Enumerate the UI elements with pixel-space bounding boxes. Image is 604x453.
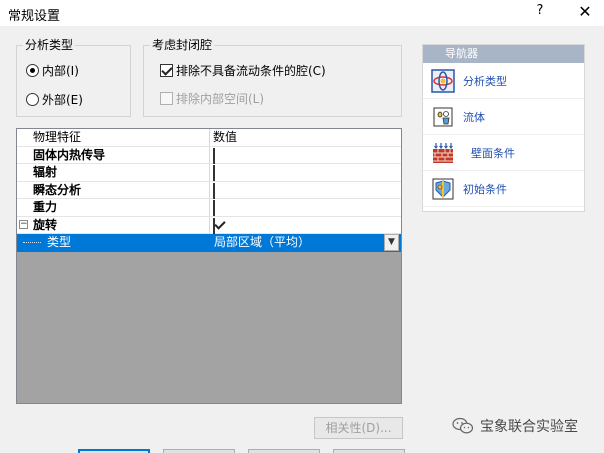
exclude-nonflow-cavity-label: 排除不具备流动条件的腔(C)	[176, 64, 326, 78]
grid-row-transient[interactable]: 瞬态分析	[17, 181, 401, 199]
exclude-internal-space-label: 排除内部空间(L)	[176, 92, 265, 106]
analysis-type-icon	[431, 69, 455, 93]
title-bar: 常规设置 ? ✕	[0, 0, 604, 26]
nav-item-label: 流体	[463, 111, 485, 124]
dependency-button[interactable]: 相关性(D)...	[314, 417, 403, 439]
header-value: 数值	[213, 130, 238, 144]
grid-row-gravity[interactable]: 重力	[17, 199, 401, 217]
nav-item-wall-condition[interactable]: 壁面条件	[423, 135, 584, 171]
grid-row-solid-conduction[interactable]: 固体内热传导	[17, 146, 401, 164]
rotation-type-value: 局部区域（平均）	[214, 235, 311, 249]
watermark: 宝象联合实验室	[452, 416, 578, 436]
help-button[interactable]: ?	[532, 3, 548, 23]
nav-item-label: 壁面条件	[471, 147, 515, 160]
column-separator	[209, 129, 210, 146]
analysis-type-title: 分析类型	[23, 37, 76, 53]
navigator-panel: 导航器 分析类型 流体 壁面条件 初始条件	[422, 44, 585, 212]
radio-internal[interactable]: 内部(I)	[26, 62, 79, 79]
row-label: 旋转	[33, 217, 58, 232]
apply-button-edge[interactable]	[333, 449, 405, 453]
column-separator	[209, 216, 210, 233]
nav-item-analysis-type[interactable]: 分析类型	[423, 63, 584, 99]
rotation-checkbox[interactable]	[213, 217, 215, 234]
close-button[interactable]: ✕	[575, 2, 595, 22]
nav-item-initial-condition[interactable]: 初始条件	[423, 171, 584, 207]
exclude-nonflow-cavity-option[interactable]: 排除不具备流动条件的腔(C)	[160, 62, 326, 79]
grid-rows: 物理特征 数值 固体内热传导 辐射 瞬态分析 重力 − 旋转 类型 局部区域（平…	[17, 129, 401, 252]
physical-features-grid: 物理特征 数值 固体内热传导 辐射 瞬态分析 重力 − 旋转 类型 局部区域（平…	[16, 128, 402, 404]
grid-row-rotation[interactable]: − 旋转	[17, 216, 401, 234]
nav-item-label: 初始条件	[463, 183, 507, 196]
initial-condition-icon	[431, 177, 455, 201]
radio-internal-label: 内部(I)	[42, 64, 79, 78]
radio-external-indicator[interactable]	[26, 93, 39, 106]
chevron-down-icon[interactable]: ▼	[384, 234, 399, 251]
column-separator	[209, 199, 210, 216]
row-label: 固体内热传导	[33, 147, 106, 162]
rotation-type-select[interactable]: 局部区域（平均） ▼	[211, 234, 399, 251]
radio-internal-indicator[interactable]	[26, 64, 39, 77]
row-label: 辐射	[33, 165, 58, 179]
wechat-icon	[452, 417, 474, 435]
window-title: 常规设置	[8, 9, 61, 24]
row-label: 类型	[47, 235, 72, 249]
row-label: 重力	[33, 200, 58, 214]
radiation-checkbox[interactable]	[213, 165, 215, 181]
exclude-nonflow-cavity-checkbox[interactable]	[160, 64, 173, 77]
solid-conduction-checkbox[interactable]	[213, 147, 215, 164]
radio-external[interactable]: 外部(E)	[26, 91, 83, 108]
help-bottom-button-edge[interactable]	[248, 449, 320, 453]
transient-checkbox[interactable]	[213, 182, 215, 199]
grid-header-row: 物理特征 数值	[17, 129, 401, 147]
column-separator	[209, 164, 210, 181]
collapse-icon[interactable]: −	[19, 219, 28, 229]
cancel-button-edge[interactable]	[163, 449, 235, 453]
fluid-icon	[431, 105, 455, 129]
grid-row-rotation-type[interactable]: 类型 局部区域（平均） ▼	[17, 234, 401, 252]
radio-external-label: 外部(E)	[42, 93, 83, 107]
nav-item-fluid[interactable]: 流体	[423, 99, 584, 135]
exclude-internal-space-option: 排除内部空间(L)	[160, 90, 264, 107]
ok-button-edge[interactable]	[78, 449, 150, 453]
header-feature: 物理特征	[33, 130, 82, 144]
nav-item-label: 分析类型	[463, 75, 507, 88]
cavity-group-title: 考虑封闭腔	[150, 37, 215, 53]
row-label: 瞬态分析	[33, 182, 82, 197]
column-separator	[209, 146, 210, 163]
exclude-internal-space-checkbox	[160, 92, 173, 105]
tree-line	[23, 242, 41, 243]
grid-row-radiation[interactable]: 辐射	[17, 164, 401, 182]
column-separator	[209, 181, 210, 198]
gravity-checkbox[interactable]	[213, 200, 215, 216]
wall-condition-icon	[431, 141, 455, 165]
watermark-text: 宝象联合实验室	[480, 419, 578, 435]
navigator-header: 导航器	[423, 45, 584, 63]
